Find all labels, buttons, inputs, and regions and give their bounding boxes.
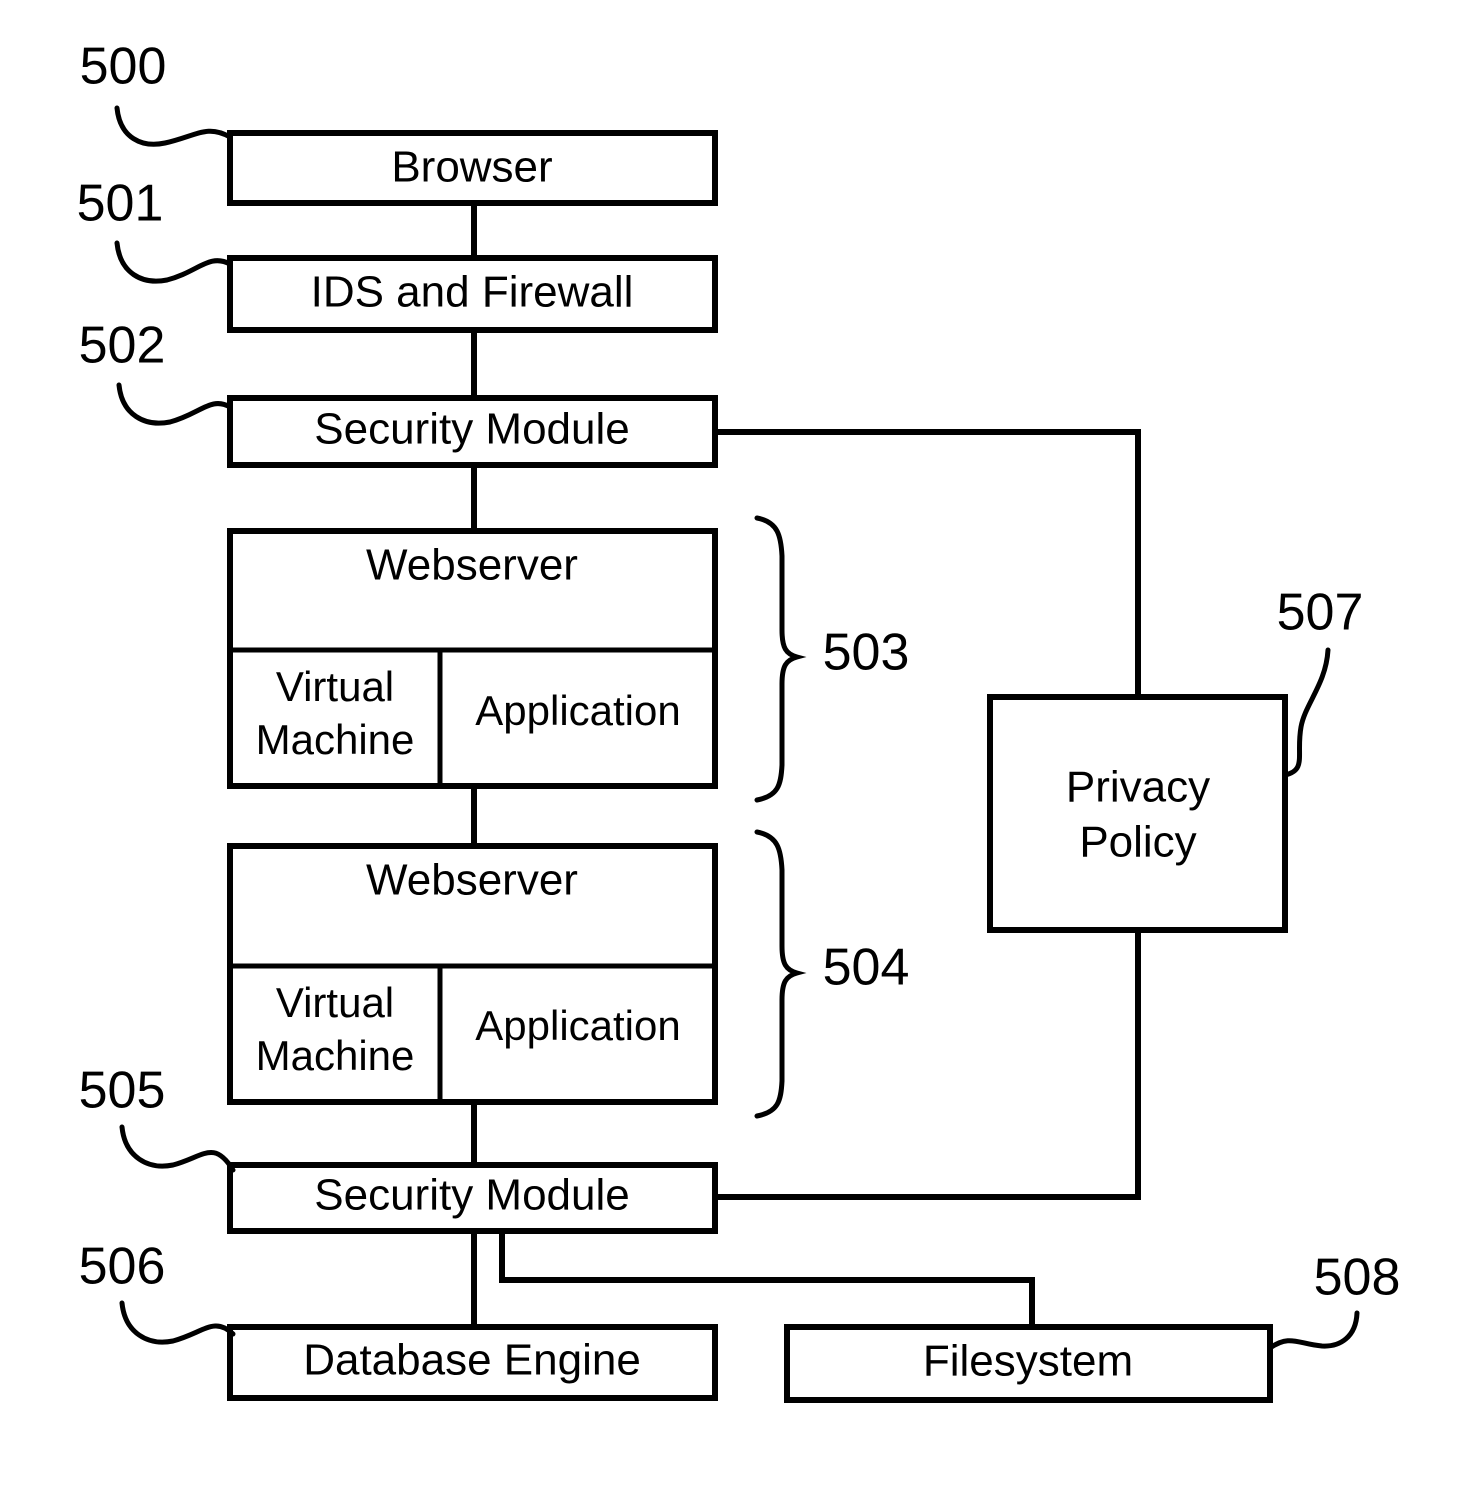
security-module-top-label: Security Module <box>314 405 629 454</box>
reference-numeral-502: 502 <box>79 317 233 426</box>
reference-numeral-508: 508 <box>1267 1249 1401 1351</box>
ref-507-leader-line <box>1282 647 1331 778</box>
figure-canvas: Browser IDS and Firewall Security Module… <box>0 0 1458 1497</box>
block-webserver-lower[interactable]: Webserver Virtual Machine Application <box>227 843 718 1105</box>
block-privacy-policy[interactable]: Privacy Policy <box>987 694 1288 933</box>
block-filesystem[interactable]: Filesystem <box>784 1324 1273 1403</box>
webserver-upper-vm-label-line1: Virtual <box>276 663 394 710</box>
ref-508-leader-line <box>1267 1310 1360 1351</box>
webserver-lower-label: Webserver <box>366 856 578 905</box>
privacy-policy-label-line2: Policy <box>1079 818 1196 867</box>
webserver-lower-vm-label-line1: Virtual <box>276 979 394 1026</box>
block-security-module-top[interactable]: Security Module <box>227 395 718 468</box>
ref-503-brace <box>754 515 807 803</box>
ref-505-text: 505 <box>79 1062 166 1120</box>
privacy-policy-box[interactable] <box>987 694 1288 933</box>
ref-501-leader-line <box>114 240 233 284</box>
ids-and-firewall-label: IDS and Firewall <box>311 268 634 317</box>
ref-507-text: 507 <box>1277 584 1364 642</box>
ref-508-text: 508 <box>1314 1249 1401 1307</box>
webserver-lower-vm-label-line2: Machine <box>256 1032 415 1079</box>
privacy-policy-label-line1: Privacy <box>1066 763 1210 812</box>
block-security-module-bottom[interactable]: Security Module <box>227 1162 718 1234</box>
reference-numeral-504: 504 <box>754 829 910 1119</box>
reference-numeral-507: 507 <box>1277 584 1364 778</box>
block-diagram-svg: Browser IDS and Firewall Security Module… <box>77 38 1401 1403</box>
ref-504-text: 504 <box>823 939 910 997</box>
connector-security-bottom-to-privacy-policy <box>715 930 1141 1200</box>
webserver-upper-application-label: Application <box>475 687 680 734</box>
block-browser[interactable]: Browser <box>227 130 718 206</box>
ref-502-leader-line <box>116 382 233 426</box>
connector-security-top-to-privacy-policy <box>715 429 1141 697</box>
ref-501-text: 501 <box>77 175 164 233</box>
ref-500-leader-line <box>114 105 233 147</box>
security-module-bottom-label: Security Module <box>314 1171 629 1220</box>
reference-numeral-500: 500 <box>80 38 233 147</box>
database-engine-label: Database Engine <box>303 1336 641 1385</box>
ref-502-text: 502 <box>79 317 166 375</box>
block-database-engine[interactable]: Database Engine <box>227 1324 718 1401</box>
ref-504-brace <box>754 829 807 1119</box>
block-ids-and-firewall[interactable]: IDS and Firewall <box>227 255 718 333</box>
block-webserver-upper[interactable]: Webserver Virtual Machine Application <box>227 528 718 789</box>
webserver-upper-label: Webserver <box>366 541 578 590</box>
reference-numeral-506: 506 <box>79 1238 236 1345</box>
reference-numeral-505: 505 <box>79 1062 236 1173</box>
ref-503-text: 503 <box>823 624 910 682</box>
ref-505-leader-line <box>119 1124 236 1173</box>
webserver-lower-application-label: Application <box>475 1002 680 1049</box>
filesystem-label: Filesystem <box>923 1337 1133 1386</box>
ref-506-text: 506 <box>79 1238 166 1296</box>
ref-506-leader-line <box>119 1300 236 1345</box>
reference-numeral-501: 501 <box>77 175 233 284</box>
ref-500-text: 500 <box>80 38 167 96</box>
webserver-upper-vm-label-line2: Machine <box>256 716 415 763</box>
reference-numeral-503: 503 <box>754 515 910 803</box>
browser-label: Browser <box>391 143 552 192</box>
connector-security-bottom-to-filesystem <box>499 1231 1035 1327</box>
